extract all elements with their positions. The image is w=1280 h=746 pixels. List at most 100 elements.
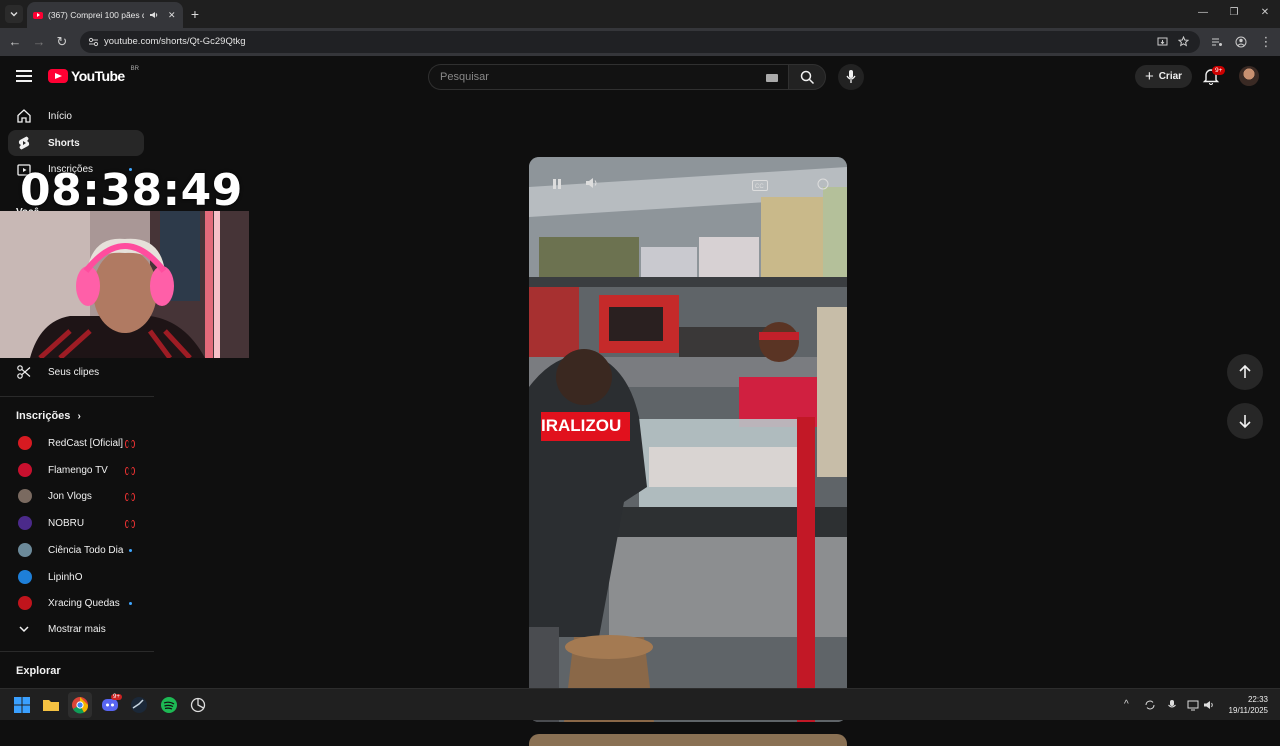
tray-overflow-icon[interactable]: ^ — [1124, 699, 1129, 710]
subscription-channel-item[interactable]: NOBRU — [8, 510, 144, 536]
webcam-overlay — [0, 211, 249, 358]
browser-tab[interactable]: (367) Comprei 100 pães de ✕ — [27, 2, 183, 28]
search-input[interactable]: Pesquisar — [428, 64, 788, 90]
pause-icon[interactable] — [551, 177, 563, 195]
next-short-button[interactable] — [1227, 403, 1263, 439]
show-more-label: Mostrar mais — [48, 623, 106, 635]
more-options-icon[interactable] — [816, 177, 830, 196]
new-tab-button[interactable]: + — [188, 5, 202, 23]
windows-start-icon[interactable] — [12, 695, 32, 715]
subscriptions-section-title[interactable]: Inscrições › — [16, 410, 81, 422]
youtube-favicon-icon — [33, 11, 43, 19]
window-close-icon[interactable]: ✕ — [1258, 6, 1272, 20]
sidebar-item-label: Shorts — [48, 137, 80, 149]
network-icon[interactable] — [1187, 699, 1199, 711]
channel-name: LipinhO — [48, 571, 83, 583]
subscriptions-title-text: Inscrições — [16, 410, 71, 422]
notifications-badge: 9+ — [1212, 66, 1226, 75]
new-content-dot — [129, 602, 132, 605]
youtube-play-icon — [48, 69, 68, 83]
file-explorer-icon[interactable] — [41, 695, 61, 715]
minimize-icon[interactable]: — — [1196, 6, 1210, 20]
spotify-icon[interactable] — [159, 695, 179, 715]
site-info-icon[interactable] — [88, 37, 99, 47]
speaker-icon[interactable] — [149, 10, 159, 20]
youtube-page: YouTube BR Pesquisar + Criar 9+ Início S… — [0, 56, 1280, 746]
volume-tray-icon[interactable] — [1203, 699, 1215, 711]
address-bar[interactable]: youtube.com/shorts/Qt-Gc29Qtkg — [80, 31, 1200, 53]
sync-icon[interactable] — [1144, 699, 1156, 711]
sidebar-item-label: Seus clipes — [48, 366, 100, 378]
channel-name: Xracing Quedas — [48, 597, 120, 609]
openai-app-icon[interactable] — [188, 695, 208, 715]
taskbar-clock[interactable]: 22:33 19/11/2025 — [1229, 694, 1268, 716]
bookmark-star-icon[interactable] — [1178, 36, 1189, 47]
show-more-button[interactable]: Mostrar mais — [8, 616, 144, 642]
browser-tab-strip: (367) Comprei 100 pães de ✕ + — ❐ ✕ — [0, 0, 1280, 28]
subscription-channel-item[interactable]: Ciência Todo Dia — [8, 537, 144, 563]
subscription-channel-item[interactable]: Flamengo TV — [8, 457, 144, 483]
live-indicator-icon — [125, 520, 135, 528]
channel-name: Flamengo TV — [48, 464, 108, 476]
chevron-down-icon — [16, 621, 32, 637]
profile-icon[interactable] — [1235, 36, 1247, 48]
voice-search-button[interactable] — [838, 64, 864, 90]
restore-icon[interactable]: ❐ — [1227, 6, 1241, 20]
back-icon[interactable]: ← — [6, 33, 24, 51]
chrome-icon[interactable] — [70, 695, 90, 715]
tray-microphone-icon[interactable] — [1167, 699, 1177, 711]
reload-icon[interactable]: ↻ — [53, 33, 71, 51]
svg-text:CC: CC — [755, 184, 764, 190]
arrow-down-icon — [1239, 415, 1251, 429]
channel-name: NOBRU — [48, 517, 85, 529]
subscription-channel-item[interactable]: RedCast [Oficial] — [8, 430, 144, 456]
sidebar-divider — [0, 396, 154, 397]
previous-short-button[interactable] — [1227, 354, 1263, 390]
browser-toolbar: ← → ↻ youtube.com/shorts/Qt-Gc29Qtkg ⋮ — [0, 28, 1280, 56]
captions-icon[interactable]: CC — [752, 178, 768, 196]
home-icon — [16, 108, 32, 124]
sidebar-item-home[interactable]: Início — [8, 103, 144, 129]
chevron-down-icon — [10, 12, 18, 17]
search-button[interactable] — [788, 64, 826, 90]
channel-name: Jon Vlogs — [48, 490, 92, 502]
close-tab-icon[interactable]: ✕ — [168, 10, 176, 21]
forward-icon[interactable]: → — [30, 33, 48, 51]
volume-icon[interactable] — [585, 176, 599, 195]
keyboard-icon[interactable] — [766, 74, 778, 82]
new-content-dot — [129, 549, 132, 552]
shorts-video-player[interactable]: CC IRALIZOU — [529, 157, 847, 722]
search-icon — [800, 70, 815, 85]
scissors-icon — [16, 364, 32, 380]
url-text: youtube.com/shorts/Qt-Gc29Qtkg — [104, 36, 246, 47]
discord-badge: 9+ — [111, 694, 122, 700]
youtube-logo[interactable]: YouTube BR — [48, 66, 139, 84]
live-indicator-icon — [125, 467, 135, 475]
tab-search-button[interactable] — [5, 5, 23, 23]
create-button[interactable]: + Criar — [1135, 65, 1192, 88]
sidebar-item-clips[interactable]: Seus clipes — [8, 359, 144, 385]
sidebar-item-shorts[interactable]: Shorts — [8, 130, 144, 156]
media-controls-icon[interactable] — [1211, 37, 1223, 47]
hamburger-menu-icon[interactable] — [16, 70, 32, 82]
channel-avatar — [18, 596, 32, 610]
windows-taskbar: 9+ ^ 22:33 19/11/2025 — [0, 688, 1280, 720]
channel-avatar — [18, 489, 32, 503]
channel-avatar — [18, 543, 32, 557]
search-placeholder: Pesquisar — [440, 71, 489, 83]
subscription-channel-item[interactable]: LipinhO — [8, 564, 144, 590]
subscription-channel-item[interactable]: Xracing Quedas — [8, 590, 144, 616]
next-short-preview[interactable] — [529, 734, 847, 746]
sidebar-divider — [0, 651, 154, 652]
explore-section-title: Explorar — [16, 665, 61, 677]
channel-avatar — [18, 570, 32, 584]
account-avatar[interactable] — [1239, 66, 1259, 86]
install-app-icon[interactable] — [1157, 37, 1168, 47]
microphone-icon — [846, 70, 856, 83]
taskbar-date: 19/11/2025 — [1228, 706, 1268, 715]
live-indicator-icon — [125, 440, 135, 448]
subscription-channel-item[interactable]: Jon Vlogs — [8, 483, 144, 509]
browser-menu-icon[interactable]: ⋮ — [1257, 33, 1275, 51]
steam-icon[interactable] — [129, 695, 149, 715]
taskbar-time: 22:33 — [1247, 695, 1268, 704]
